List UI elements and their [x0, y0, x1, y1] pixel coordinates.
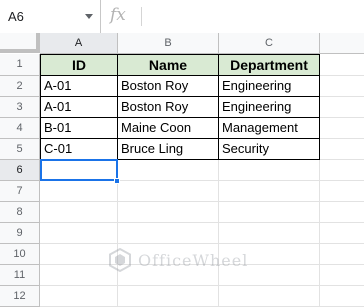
- formula-bar: A6 fx: [0, 0, 364, 34]
- active-cell-outline: [40, 159, 118, 181]
- cell-c12[interactable]: [219, 286, 320, 307]
- row-header-4[interactable]: 4: [0, 118, 40, 139]
- cell-b3[interactable]: Boston Roy: [118, 97, 219, 118]
- fx-icon: fx: [110, 5, 126, 25]
- row-header-2[interactable]: 2: [0, 76, 40, 97]
- cell-a4[interactable]: B-01: [40, 118, 118, 139]
- cell-b6[interactable]: [118, 160, 219, 181]
- cell-a7[interactable]: [40, 181, 118, 202]
- cell-d8[interactable]: [320, 202, 364, 223]
- formula-divider: [141, 7, 142, 26]
- officewheel-logo-icon: [109, 248, 131, 272]
- cell-b8[interactable]: [118, 202, 219, 223]
- cell-b7[interactable]: [118, 181, 219, 202]
- cell-a3[interactable]: A-01: [40, 97, 118, 118]
- column-header-b[interactable]: B: [118, 33, 219, 54]
- cell-b12[interactable]: [118, 286, 219, 307]
- name-box-dropdown-icon[interactable]: [85, 14, 93, 19]
- cell-c8[interactable]: [219, 202, 320, 223]
- formula-input[interactable]: [150, 9, 355, 27]
- watermark: OfficeWheel: [108, 248, 248, 272]
- fill-handle[interactable]: [114, 178, 120, 184]
- cell-a9[interactable]: [40, 223, 118, 244]
- row-header-5[interactable]: 5: [0, 139, 40, 160]
- row-header-7[interactable]: 7: [0, 181, 40, 202]
- cell-c3[interactable]: Engineering: [219, 97, 320, 118]
- cell-a8[interactable]: [40, 202, 118, 223]
- cell-d5[interactable]: [320, 139, 364, 160]
- cell-d12[interactable]: [320, 286, 364, 307]
- name-box-value[interactable]: A6: [8, 9, 24, 24]
- cell-a1[interactable]: ID: [40, 54, 118, 76]
- cell-a12[interactable]: [40, 286, 118, 307]
- cell-d6[interactable]: [320, 160, 364, 181]
- row-header-3[interactable]: 3: [0, 97, 40, 118]
- cell-d9[interactable]: [320, 223, 364, 244]
- column-header-c[interactable]: C: [219, 33, 320, 54]
- cell-c4[interactable]: Management: [219, 118, 320, 139]
- cell-c1[interactable]: Department: [219, 54, 320, 76]
- row-header-1[interactable]: 1: [0, 54, 40, 76]
- cell-d4[interactable]: [320, 118, 364, 139]
- cell-b4[interactable]: Maine Coon: [118, 118, 219, 139]
- cell-a11[interactable]: [40, 265, 118, 286]
- cell-b2[interactable]: Boston Roy: [118, 76, 219, 97]
- cell-d3[interactable]: [320, 97, 364, 118]
- cell-b9[interactable]: [118, 223, 219, 244]
- cell-c7[interactable]: [219, 181, 320, 202]
- column-header-a[interactable]: A: [40, 33, 118, 54]
- row-header-8[interactable]: 8: [0, 202, 40, 223]
- cell-a10[interactable]: [40, 244, 118, 265]
- watermark-text: OfficeWheel: [138, 250, 249, 270]
- cell-a2[interactable]: A-01: [40, 76, 118, 97]
- cell-c5[interactable]: Security: [219, 139, 320, 160]
- row-header-9[interactable]: 9: [0, 223, 40, 244]
- name-box[interactable]: A6: [0, 0, 101, 33]
- cell-c2[interactable]: Engineering: [219, 76, 320, 97]
- cell-c6[interactable]: [219, 160, 320, 181]
- row-header-12[interactable]: 12: [0, 286, 40, 307]
- cell-c9[interactable]: [219, 223, 320, 244]
- cell-a5[interactable]: C-01: [40, 139, 118, 160]
- select-all-corner[interactable]: [0, 33, 40, 53]
- row-header-11[interactable]: 11: [0, 265, 40, 286]
- row-header-10[interactable]: 10: [0, 244, 40, 265]
- cell-b5[interactable]: Bruce Ling: [118, 139, 219, 160]
- cell-d1[interactable]: [320, 54, 364, 76]
- column-header-empty: [320, 33, 364, 54]
- cell-d7[interactable]: [320, 181, 364, 202]
- cell-b1[interactable]: Name: [118, 54, 219, 76]
- cell-d11[interactable]: [320, 265, 364, 286]
- row-header-6[interactable]: 6: [0, 160, 40, 181]
- cell-d10[interactable]: [320, 244, 364, 265]
- cell-d2[interactable]: [320, 76, 364, 97]
